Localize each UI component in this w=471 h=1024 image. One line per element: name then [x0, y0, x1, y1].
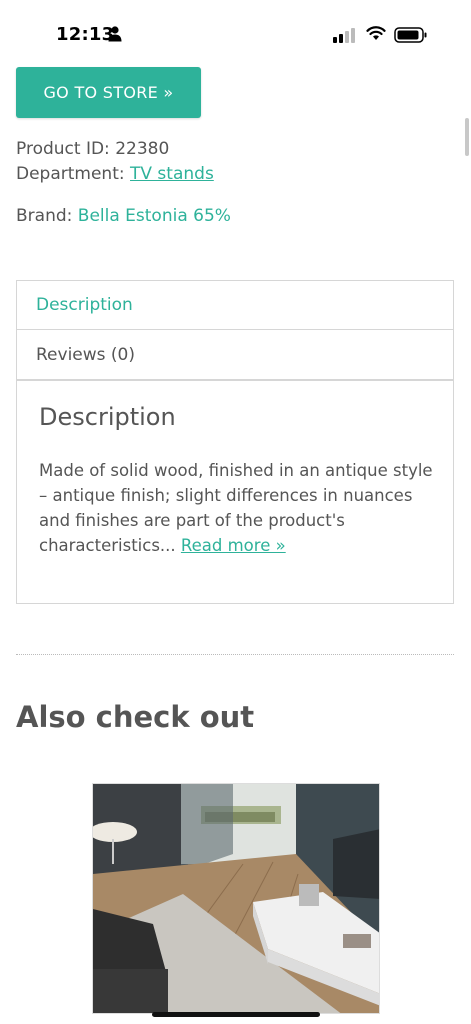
product-tabs: Description Reviews (0): [16, 280, 454, 380]
description-panel: Description Made of solid wood, finished…: [16, 380, 454, 604]
product-department: Department: TV stands: [16, 164, 214, 184]
product-id-label: Product ID:: [16, 139, 116, 159]
product-id: Product ID: 22380: [16, 139, 169, 159]
wifi-icon: [366, 26, 386, 40]
brand-link[interactable]: Bella Estonia 65%: [78, 206, 231, 226]
tab-description[interactable]: Description: [16, 280, 454, 330]
department-link[interactable]: TV stands: [130, 164, 214, 184]
description-heading: Description: [39, 403, 176, 431]
cellular-signal-icon: [333, 28, 355, 43]
go-to-store-button[interactable]: GO TO STORE »: [16, 67, 201, 118]
battery-icon: [394, 27, 427, 43]
also-check-out-heading: Also check out: [16, 700, 255, 734]
department-label: Department:: [16, 164, 131, 184]
section-divider: [16, 654, 454, 655]
person-fill-icon: [108, 26, 122, 42]
product-id-value: 22380: [115, 139, 170, 159]
product-photo: [93, 784, 379, 1013]
product-brand: Brand: Bella Estonia 65%: [16, 206, 231, 226]
status-bar: 12:13: [0, 0, 471, 60]
status-time: 12:13: [56, 24, 115, 45]
home-indicator[interactable]: [152, 1012, 320, 1017]
scrollbar[interactable]: [465, 118, 469, 156]
read-more-link[interactable]: Read more »: [181, 536, 286, 555]
description-text: Made of solid wood, finished in an antiq…: [39, 458, 439, 558]
related-product-image[interactable]: [92, 783, 380, 1014]
brand-label: Brand:: [16, 206, 78, 226]
tab-reviews[interactable]: Reviews (0): [16, 330, 454, 380]
